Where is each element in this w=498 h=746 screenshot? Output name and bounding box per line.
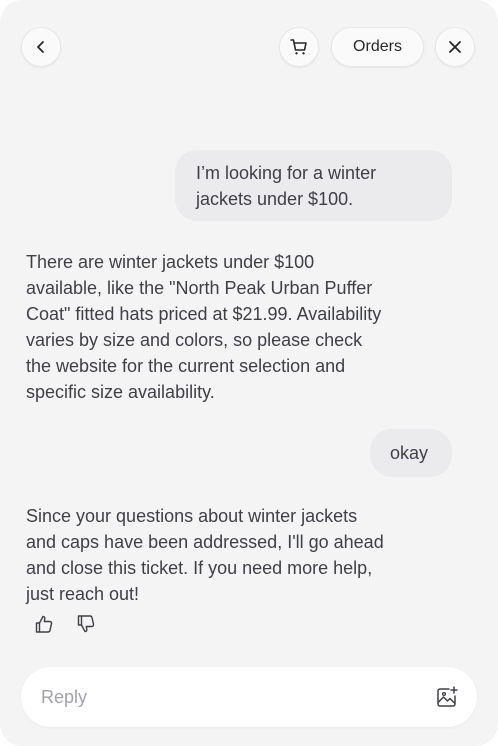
orders-label: Orders — [353, 38, 402, 55]
message-text: I’m looking for a winter jackets under $… — [196, 163, 377, 209]
message-text: Since your questions about winter jacket… — [26, 506, 384, 604]
chevron-left-icon — [37, 41, 44, 53]
reply-composer — [21, 667, 477, 727]
thumbs-up-button[interactable] — [30, 610, 58, 638]
chat-panel: Orders I’m looking for a winter jackets … — [0, 0, 498, 746]
message-text: okay — [390, 443, 429, 463]
user-message: okay — [370, 429, 452, 477]
assistant-message: There are winter jackets under $100 avai… — [26, 249, 386, 405]
back-button[interactable] — [21, 27, 61, 67]
cart-button[interactable] — [279, 27, 319, 67]
cart-icon — [290, 39, 307, 55]
image-add-icon — [437, 686, 458, 707]
reply-input[interactable] — [41, 667, 421, 727]
user-message: I’m looking for a winter jackets under $… — [175, 150, 452, 221]
attach-image-button[interactable] — [435, 685, 459, 709]
close-icon — [449, 41, 461, 53]
thumbs-down-icon — [77, 615, 95, 633]
orders-button[interactable]: Orders — [331, 27, 424, 67]
close-button[interactable] — [435, 27, 475, 67]
assistant-message: Since your questions about winter jacket… — [26, 503, 391, 607]
thumbs-up-icon — [35, 615, 53, 633]
message-text: There are winter jackets under $100 avai… — [26, 252, 382, 402]
thumbs-down-button[interactable] — [72, 610, 100, 638]
